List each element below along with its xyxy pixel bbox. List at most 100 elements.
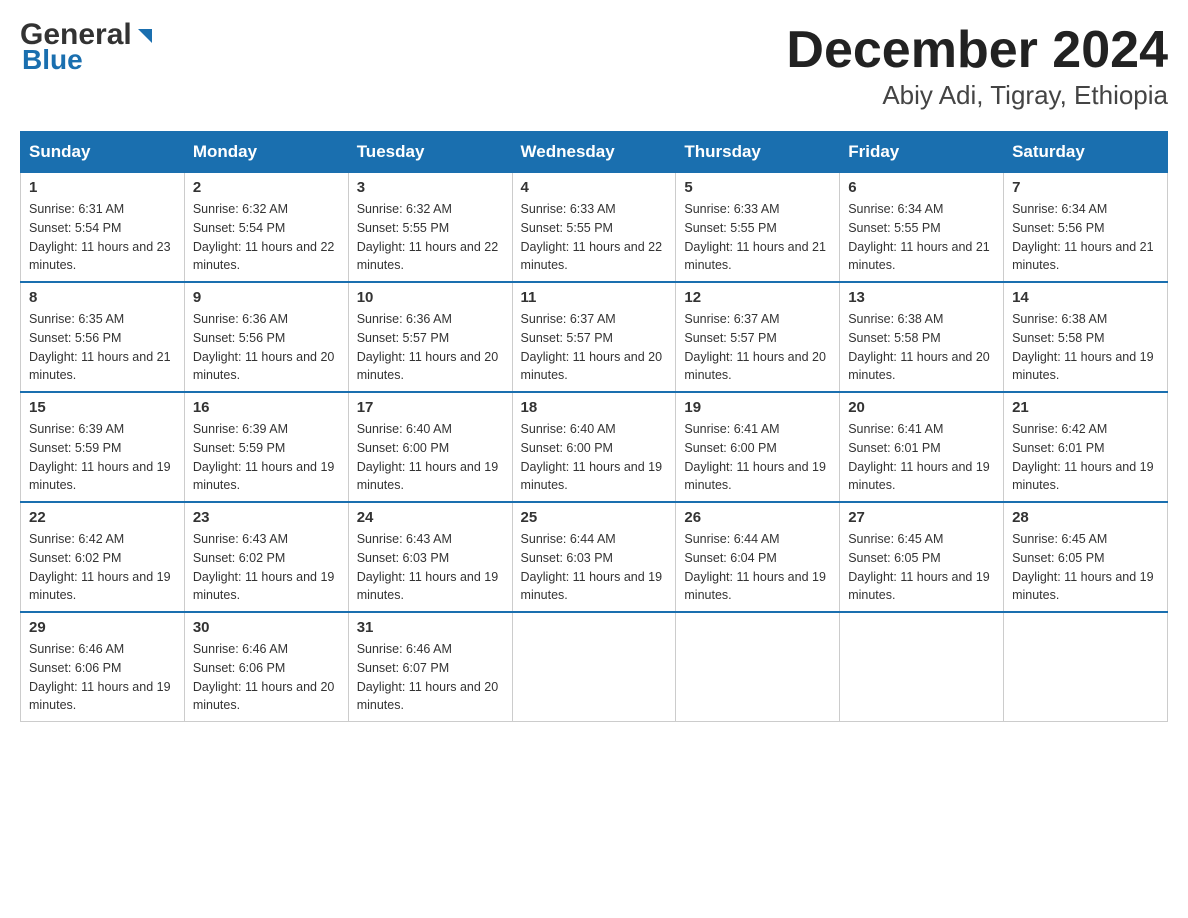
day-number: 21 <box>1012 399 1159 416</box>
sunrise: Sunrise: 6:44 AM <box>521 532 616 546</box>
sunset: Sunset: 5:57 PM <box>684 331 776 345</box>
daylight: Daylight: 11 hours and 19 minutes. <box>848 570 990 603</box>
calendar-week-row: 29Sunrise: 6:46 AMSunset: 6:06 PMDayligh… <box>21 612 1168 722</box>
sunrise: Sunrise: 6:41 AM <box>848 422 943 436</box>
calendar-cell: 14Sunrise: 6:38 AMSunset: 5:58 PMDayligh… <box>1004 282 1168 392</box>
daylight: Daylight: 11 hours and 19 minutes. <box>521 570 663 603</box>
day-number: 31 <box>357 619 504 636</box>
sunrise: Sunrise: 6:45 AM <box>848 532 943 546</box>
sunset: Sunset: 5:57 PM <box>521 331 613 345</box>
sunrise: Sunrise: 6:32 AM <box>193 202 288 216</box>
day-number: 4 <box>521 179 668 196</box>
day-info: Sunrise: 6:34 AMSunset: 5:56 PMDaylight:… <box>1012 200 1159 275</box>
day-number: 10 <box>357 289 504 306</box>
calendar-cell: 13Sunrise: 6:38 AMSunset: 5:58 PMDayligh… <box>840 282 1004 392</box>
day-number: 16 <box>193 399 340 416</box>
sunrise: Sunrise: 6:35 AM <box>29 312 124 326</box>
sunset: Sunset: 6:03 PM <box>357 551 449 565</box>
calendar-cell: 7Sunrise: 6:34 AMSunset: 5:56 PMDaylight… <box>1004 173 1168 283</box>
day-info: Sunrise: 6:44 AM Sunset: 6:03 PM Daylight:… <box>521 530 668 605</box>
day-info: Sunrise: 6:41 AM Sunset: 6:01 PM Daylight:… <box>848 420 995 495</box>
sunrise: Sunrise: 6:42 AM <box>1012 422 1107 436</box>
daylight: Daylight: 11 hours and 20 minutes. <box>848 350 990 383</box>
daylight: Daylight: 11 hours and 19 minutes. <box>684 460 826 493</box>
daylight: Daylight: 11 hours and 19 minutes. <box>357 460 499 493</box>
sunrise: Sunrise: 6:38 AM <box>1012 312 1107 326</box>
logo-icon <box>134 25 156 47</box>
daylight: Daylight: 11 hours and 20 minutes. <box>684 350 826 383</box>
calendar-week-row: 22Sunrise: 6:42 AMSunset: 6:02 PMDayligh… <box>21 502 1168 612</box>
day-number: 15 <box>29 399 176 416</box>
sunset: Sunset: 6:03 PM <box>521 551 613 565</box>
calendar-week-row: 8 Sunrise: 6:35 AM Sunset: 5:56 PM Daylight… <box>21 282 1168 392</box>
sunrise: Sunrise: 6:36 AM <box>193 312 288 326</box>
sunset: Sunset: 5:55 PM <box>521 221 613 235</box>
day-info: Sunrise: 6:39 AMSunset: 5:59 PMDaylight:… <box>193 420 340 495</box>
day-number: 20 <box>848 399 995 416</box>
calendar-cell: 26Sunrise: 6:44 AMSunset: 6:04 PMDayligh… <box>676 502 840 612</box>
sunrise: Sunrise: 6:38 AM <box>848 312 943 326</box>
day-number: 13 <box>848 289 995 306</box>
calendar-cell: 29Sunrise: 6:46 AMSunset: 6:06 PMDayligh… <box>21 612 185 722</box>
day-number: 8 <box>29 289 176 306</box>
daylight: Daylight: 11 hours and 20 minutes. <box>193 680 335 713</box>
sunrise: Sunrise: 6:39 AM <box>29 422 124 436</box>
sunset: Sunset: 6:02 PM <box>29 551 121 565</box>
calendar-header-saturday: Saturday <box>1004 132 1168 173</box>
daylight: Daylight: 11 hours and 19 minutes. <box>357 570 499 603</box>
daylight: Daylight: 11 hours and 19 minutes. <box>193 570 335 603</box>
daylight: Daylight: 11 hours and 19 minutes. <box>521 460 663 493</box>
day-number: 5 <box>684 179 831 196</box>
sunset: Sunset: 6:00 PM <box>357 441 449 455</box>
day-number: 1 <box>29 179 176 196</box>
calendar-cell: 9Sunrise: 6:36 AMSunset: 5:56 PMDaylight… <box>184 282 348 392</box>
calendar-location: Abiy Adi, Tigray, Ethiopia <box>786 80 1168 111</box>
day-number: 24 <box>357 509 504 526</box>
sunset: Sunset: 5:56 PM <box>1012 221 1104 235</box>
daylight: Daylight: 11 hours and 19 minutes. <box>29 460 171 493</box>
day-info: Sunrise: 6:42 AMSunset: 6:02 PMDaylight:… <box>29 530 176 605</box>
sunrise: Sunrise: 6:46 AM <box>29 642 124 656</box>
calendar-cell: 6Sunrise: 6:34 AMSunset: 5:55 PMDaylight… <box>840 173 1004 283</box>
daylight: Daylight: 11 hours and 21 minutes. <box>848 240 990 273</box>
day-info: Sunrise: 6:35 AMSunset: 5:56 PMDaylight:… <box>29 310 176 385</box>
page-header: General Blue December 2024 Abiy Adi, Tig… <box>20 20 1168 111</box>
sunrise: Sunrise: 6:33 AM <box>684 202 779 216</box>
sunset: Sunset: 5:55 PM <box>684 221 776 235</box>
day-info: Sunrise: 6:46 AMSunset: 6:06 PMDaylight:… <box>29 640 176 715</box>
calendar-cell: 17Sunrise: 6:40 AMSunset: 6:00 PMDayligh… <box>348 392 512 502</box>
day-number: 17 <box>357 399 504 416</box>
daylight: Daylight: 11 hours and 21 minutes. <box>1012 240 1154 273</box>
day-number: 6 <box>848 179 995 196</box>
sunset: Sunset: 6:01 PM <box>848 441 940 455</box>
daylight: Daylight: 11 hours and 21 minutes. <box>684 240 826 273</box>
daylight: Daylight: 11 hours and 22 minutes. <box>193 240 335 273</box>
calendar-cell <box>676 612 840 722</box>
day-number: 2 <box>193 179 340 196</box>
day-number: 23 <box>193 509 340 526</box>
sunrise: Sunrise: 6:39 AM <box>193 422 288 436</box>
sunset: Sunset: 6:00 PM <box>684 441 776 455</box>
sunset: Sunset: 5:56 PM <box>29 331 121 345</box>
sunrise: Sunrise: 6:46 AM <box>193 642 288 656</box>
daylight: Daylight: 11 hours and 23 minutes. <box>29 240 171 273</box>
calendar-header-monday: Monday <box>184 132 348 173</box>
day-info: Sunrise: 6:33 AM Sunset: 5:55 PM Daylight:… <box>684 200 831 275</box>
sunrise: Sunrise: 6:36 AM <box>357 312 452 326</box>
calendar-week-row: 1Sunrise: 6:31 AMSunset: 5:54 PMDaylight… <box>21 173 1168 283</box>
calendar-cell: 19Sunrise: 6:41 AMSunset: 6:00 PMDayligh… <box>676 392 840 502</box>
sunrise: Sunrise: 6:43 AM <box>357 532 452 546</box>
calendar-cell: 21Sunrise: 6:42 AMSunset: 6:01 PMDayligh… <box>1004 392 1168 502</box>
daylight: Daylight: 11 hours and 22 minutes. <box>357 240 499 273</box>
calendar-cell: 18Sunrise: 6:40 AMSunset: 6:00 PMDayligh… <box>512 392 676 502</box>
calendar-cell: 24 Sunrise: 6:43 AM Sunset: 6:03 PM Dayligh… <box>348 502 512 612</box>
daylight: Daylight: 11 hours and 19 minutes. <box>848 460 990 493</box>
calendar-cell: 20 Sunrise: 6:41 AM Sunset: 6:01 PM Dayligh… <box>840 392 1004 502</box>
calendar-cell: 22Sunrise: 6:42 AMSunset: 6:02 PMDayligh… <box>21 502 185 612</box>
sunset: Sunset: 6:07 PM <box>357 661 449 675</box>
sunset: Sunset: 6:02 PM <box>193 551 285 565</box>
day-info: Sunrise: 6:37 AMSunset: 5:57 PMDaylight:… <box>684 310 831 385</box>
calendar-cell: 16 Sunrise: 6:39 AMSunset: 5:59 PMDayligh… <box>184 392 348 502</box>
calendar-cell: 28Sunrise: 6:45 AMSunset: 6:05 PMDayligh… <box>1004 502 1168 612</box>
day-info: Sunrise: 6:45 AMSunset: 6:05 PMDaylight:… <box>1012 530 1159 605</box>
